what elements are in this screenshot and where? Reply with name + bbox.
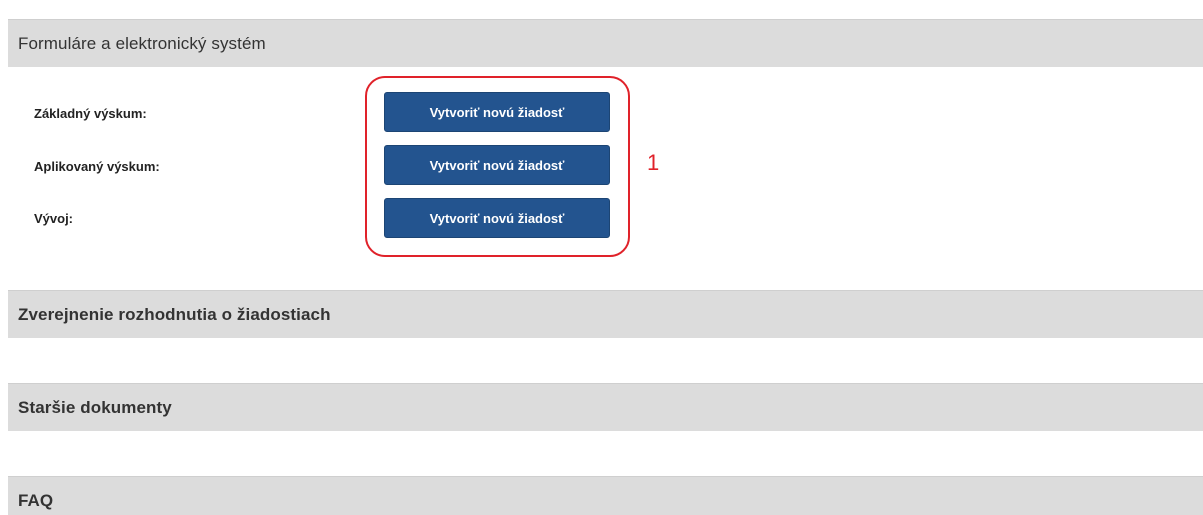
- research-type-label: Aplikovaný výskum:: [34, 159, 160, 174]
- section-title: Formuláre a elektronický systém: [18, 33, 266, 53]
- page: Formuláre a elektronický systém Základný…: [0, 0, 1203, 515]
- section-header-faq[interactable]: FAQ: [8, 476, 1203, 515]
- research-type-label: Základný výskum:: [34, 106, 147, 121]
- research-type-label: Vývoj:: [34, 211, 74, 226]
- section-header-older-documents[interactable]: Staršie dokumenty: [8, 383, 1203, 431]
- section-header-decisions[interactable]: Zverejnenie rozhodnutia o žiadostiach: [8, 290, 1203, 338]
- create-application-button-development[interactable]: Vytvoriť novú žiadosť: [384, 198, 610, 238]
- section-header-forms[interactable]: Formuláre a elektronický systém: [8, 19, 1203, 67]
- section-title: Zverejnenie rozhodnutia o žiadostiach: [18, 304, 331, 324]
- create-application-button-basic-research[interactable]: Vytvoriť novú žiadosť: [384, 92, 610, 132]
- create-application-button-applied-research[interactable]: Vytvoriť novú žiadosť: [384, 145, 610, 185]
- section-title: FAQ: [18, 490, 54, 510]
- annotation-number: 1: [647, 150, 660, 175]
- section-title: Staršie dokumenty: [18, 397, 172, 417]
